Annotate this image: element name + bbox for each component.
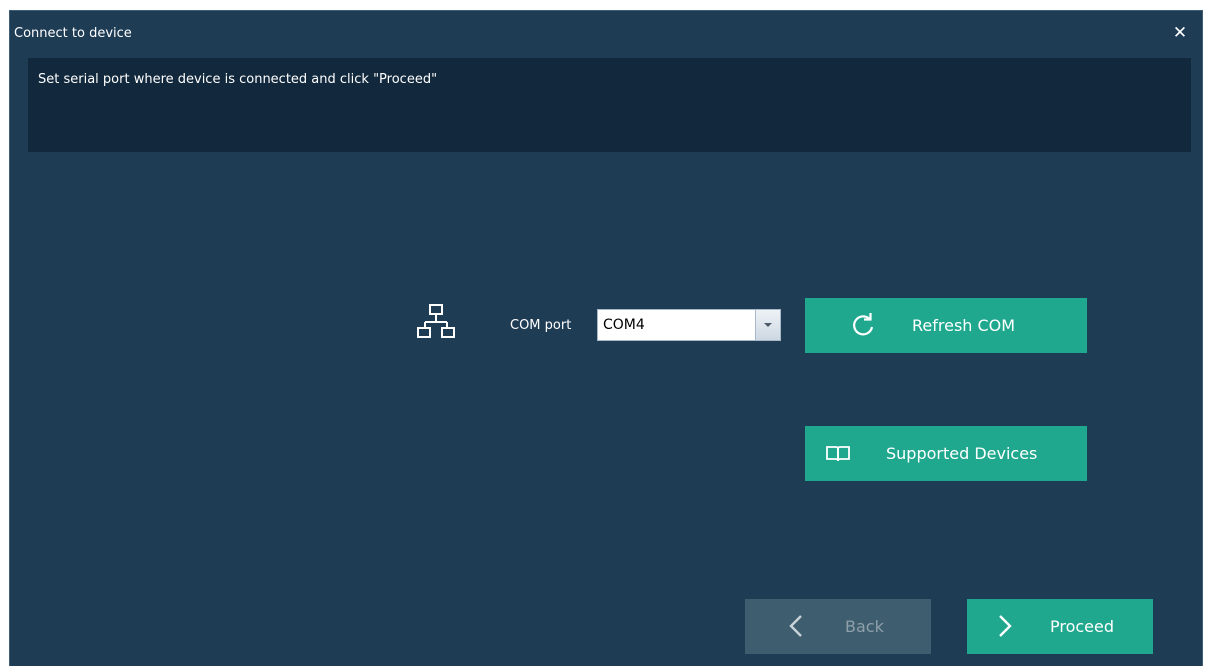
supported-devices-label: Supported Devices [886,444,1038,463]
instruction-banner: Set serial port where device is connecte… [28,58,1191,152]
refresh-com-label: Refresh COM [912,316,1016,335]
title-bar: Connect to device ✕ [10,11,1202,51]
com-port-value: COM4 [603,317,645,333]
proceed-label: Proceed [1050,617,1115,636]
com-port-select[interactable]: COM4 [597,309,781,341]
refresh-com-button[interactable]: Refresh COM [805,298,1087,353]
instruction-text: Set serial port where device is connecte… [38,72,438,87]
network-icon [417,304,455,338]
com-port-label: COM port [510,318,572,333]
supported-devices-button[interactable]: Supported Devices [805,426,1087,481]
refresh-icon [853,313,874,336]
chevron-left-icon [789,615,802,637]
back-button[interactable]: Back [745,599,931,654]
connect-dialog: Connect to device ✕ Set serial port wher… [9,10,1203,666]
book-icon [826,446,850,462]
dialog-title: Connect to device [14,26,132,41]
back-label: Back [845,617,884,636]
chevron-down-icon[interactable] [755,310,780,340]
proceed-button[interactable]: Proceed [967,599,1153,654]
chevron-right-icon [999,615,1012,637]
close-icon[interactable]: ✕ [1170,22,1190,44]
